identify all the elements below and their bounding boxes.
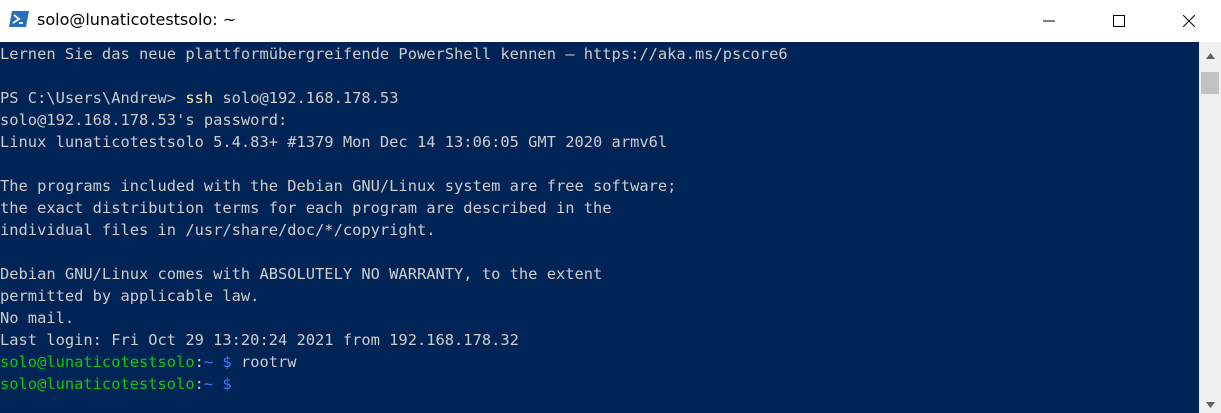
powershell-icon (9, 11, 29, 27)
maximize-button[interactable] (1096, 0, 1142, 42)
minimize-button[interactable] (1026, 0, 1072, 42)
terminal-line: No mail. (0, 309, 75, 327)
prompt-separator: : (194, 353, 204, 371)
command-text: rootrw (231, 353, 297, 371)
terminal-line: Last login: Fri Oct 29 13:20:24 2021 fro… (0, 331, 519, 349)
prompt-user: solo@lunaticotestsolo (0, 353, 195, 371)
terminal-line: Debian GNU/Linux comes with ABSOLUTELY N… (0, 265, 603, 283)
terminal-line: Lernen Sie das neue plattformübergreifen… (0, 45, 788, 63)
scroll-up-button[interactable] (1199, 42, 1221, 64)
chevron-up-icon (1205, 44, 1215, 63)
scroll-thumb[interactable] (1201, 72, 1219, 94)
prompt-path: ~ $ (203, 353, 232, 371)
terminal-line: permitted by applicable law. (0, 287, 260, 305)
terminal-line: PS C:\Users\Andrew> ssh solo@192.168.178… (0, 87, 398, 109)
window-title: solo@lunaticotestsolo: ~ (37, 10, 237, 29)
prompt-user: solo@lunaticotestsolo (0, 375, 195, 393)
scroll-down-button[interactable] (1199, 391, 1221, 413)
minimize-icon (1043, 15, 1055, 27)
terminal-line: solo@lunaticotestsolo:~ $ rootrw (0, 351, 297, 373)
terminal-line: Linux lunaticotestsolo 5.4.83+ #1379 Mon… (0, 133, 668, 151)
terminal-line: solo@lunaticotestsolo:~ $ (0, 373, 232, 395)
command-text: ssh (185, 89, 214, 107)
chevron-down-icon (1205, 393, 1215, 412)
command-args: solo@192.168.178.53 (213, 89, 399, 107)
title-bar[interactable]: solo@lunaticotestsolo: ~ (0, 0, 1221, 43)
close-button[interactable] (1166, 0, 1212, 42)
terminal-line: solo@192.168.178.53's password: (0, 111, 288, 129)
terminal-line: individual files in /usr/share/doc/*/cop… (0, 221, 436, 239)
vertical-scrollbar[interactable] (1199, 42, 1221, 413)
prompt-separator: : (194, 375, 204, 393)
maximize-icon (1113, 15, 1125, 27)
prompt-path: ~ $ (203, 375, 232, 393)
ps-prompt: PS C:\Users\Andrew> (0, 89, 186, 107)
terminal-output[interactable]: Lernen Sie das neue plattformübergreifen… (0, 42, 1199, 413)
close-icon (1183, 15, 1195, 27)
terminal-line: the exact distribution terms for each pr… (0, 199, 612, 217)
terminal-line: The programs included with the Debian GN… (0, 177, 677, 195)
